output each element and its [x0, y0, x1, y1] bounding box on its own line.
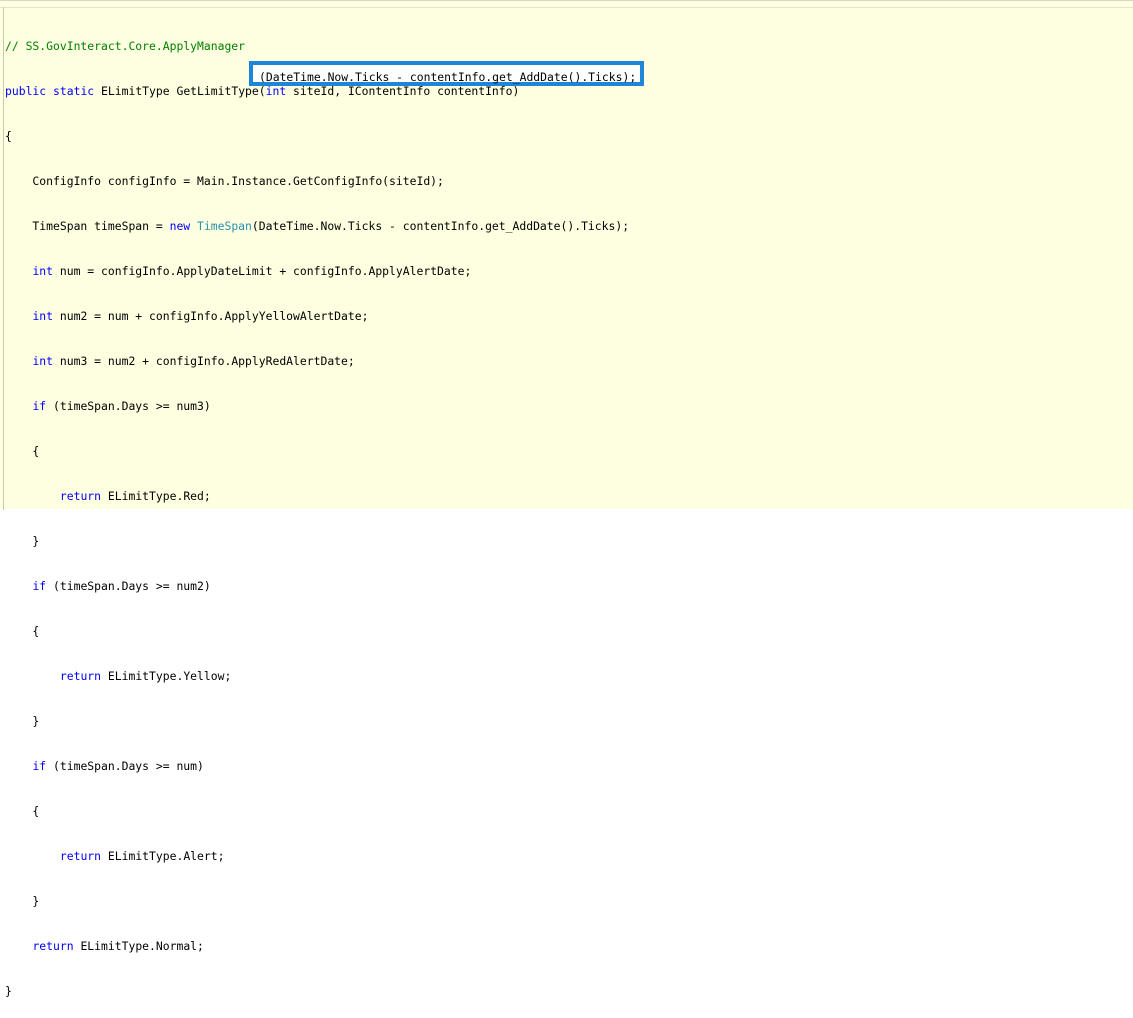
editor-left-margin [3, 7, 4, 510]
code-line-brace2-open: { [5, 624, 629, 639]
parameters: siteId, IContentInfo contentInfo) [286, 84, 520, 98]
timespan-args: (DateTime.Now.Ticks - contentInfo.get_Ad… [251, 219, 630, 233]
num-statement: num = configInfo.ApplyDateLimit + config… [53, 264, 472, 278]
code-line-brace3-open: { [5, 804, 629, 819]
keyword-if: if [32, 399, 47, 413]
code-line-comment: // SS.GovInteract.Core.ApplyManager [5, 39, 629, 54]
code-editor[interactable]: // SS.GovInteract.Core.ApplyManager publ… [0, 0, 1133, 998]
if1-condition: (timeSpan.Days >= num3) [46, 399, 211, 413]
keyword-return: return [59, 489, 102, 503]
return-alert: ELimitType.Alert; [101, 849, 225, 863]
open-paren: ( [258, 84, 266, 98]
highlight-box: (DateTime.Now.Ticks - contentInfo.get_Ad… [249, 61, 644, 86]
keyword-int: int [265, 84, 287, 98]
code-line-brace3-close: } [5, 894, 629, 909]
code-line-if1: if (timeSpan.Days >= num3) [5, 399, 629, 414]
code-line-num2: int num2 = num + configInfo.ApplyYellowA… [5, 309, 629, 324]
brace: } [5, 894, 40, 908]
close-brace: } [5, 984, 12, 998]
code-line-config: ConfigInfo configInfo = Main.Instance.Ge… [5, 174, 629, 189]
return-yellow: ELimitType.Yellow; [101, 669, 232, 683]
keyword-public: public [5, 84, 47, 98]
highlighted-code: (DateTime.Now.Ticks - contentInfo.get_Ad… [259, 70, 637, 84]
code-line-brace1-open: { [5, 444, 629, 459]
if3-condition: (timeSpan.Days >= num) [46, 759, 204, 773]
timespan-type: TimeSpan [197, 219, 252, 233]
code-line-brace2-close: } [5, 714, 629, 729]
keyword-return: return [32, 939, 74, 953]
keyword-if: if [32, 579, 47, 593]
brace: { [5, 444, 40, 458]
code-line-signature: public static ELimitType GetLimitType(in… [5, 84, 629, 99]
return-normal: ELimitType.Normal; [73, 939, 204, 953]
code-line-ret3: return ELimitType.Alert; [5, 849, 629, 864]
code-line-if3: if (timeSpan.Days >= num) [5, 759, 629, 774]
keyword-return: return [59, 849, 102, 863]
keyword-if: if [32, 759, 47, 773]
code-line-close-brace: } [5, 984, 629, 999]
code-line-brace1-close: } [5, 534, 629, 549]
code-line-ret4: return ELimitType.Normal; [5, 939, 629, 954]
brace: { [5, 624, 40, 638]
code-line-ret1: return ELimitType.Red; [5, 489, 629, 504]
return-red: ELimitType.Red; [101, 489, 211, 503]
code-line-ret2: return ELimitType.Yellow; [5, 669, 629, 684]
keyword-int: int [32, 309, 54, 323]
num3-statement: num3 = num2 + configInfo.ApplyRedAlertDa… [53, 354, 355, 368]
timespan-prefix: TimeSpan timeSpan = [5, 219, 170, 233]
code-block[interactable]: // SS.GovInteract.Core.ApplyManager publ… [5, 9, 629, 1018]
code-line-open-brace: { [5, 129, 629, 144]
num2-statement: num2 = num + configInfo.ApplyYellowAlert… [53, 309, 369, 323]
editor-top-divider [0, 7, 1133, 8]
if2-condition: (timeSpan.Days >= num2) [46, 579, 211, 593]
code-line-if2: if (timeSpan.Days >= num2) [5, 579, 629, 594]
keyword-int: int [32, 264, 54, 278]
config-statement: ConfigInfo configInfo = Main.Instance.Ge… [5, 174, 444, 188]
keyword-return: return [59, 669, 102, 683]
namespace-comment: // SS.GovInteract.Core.ApplyManager [5, 39, 246, 53]
code-line-num3: int num3 = num2 + configInfo.ApplyRedAle… [5, 354, 629, 369]
brace: } [5, 534, 40, 548]
return-type: ELimitType [101, 84, 170, 98]
keyword-int: int [32, 354, 54, 368]
method-name: GetLimitType [176, 84, 259, 98]
code-line-timespan: TimeSpan timeSpan = new TimeSpan(DateTim… [5, 219, 629, 234]
code-line-num: int num = configInfo.ApplyDateLimit + co… [5, 264, 629, 279]
keyword-new: new [169, 219, 191, 233]
open-brace: { [5, 129, 12, 143]
brace: { [5, 804, 40, 818]
brace: } [5, 714, 40, 728]
keyword-static: static [53, 84, 95, 98]
